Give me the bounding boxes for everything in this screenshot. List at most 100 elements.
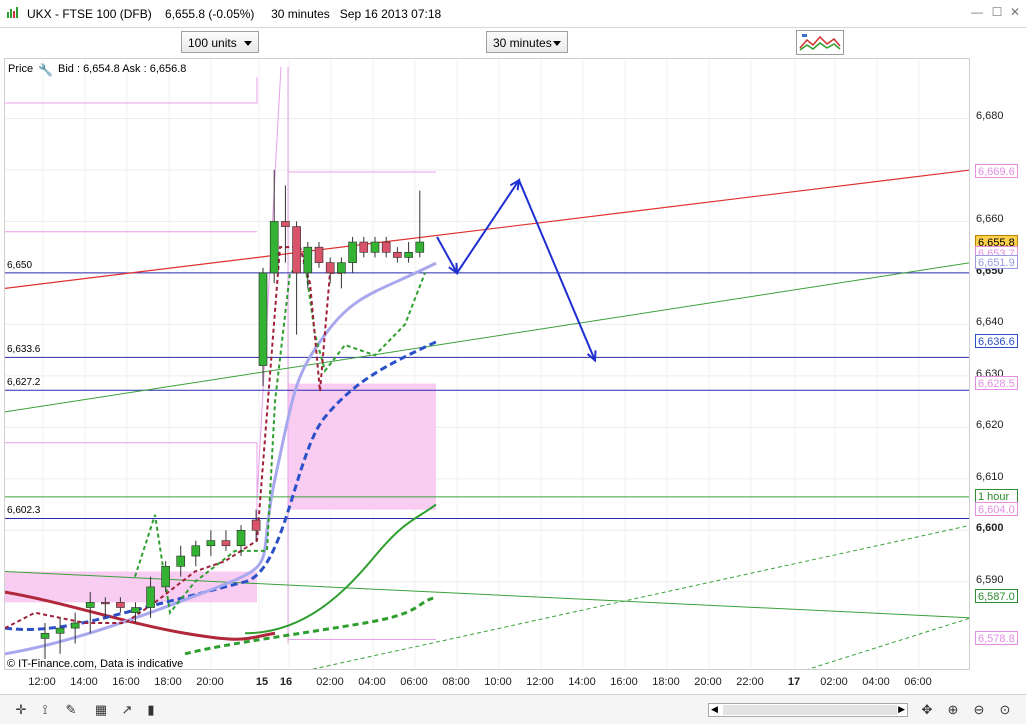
time-tick-label: 06:00	[904, 676, 932, 688]
price-marker-badge: 6,578.8	[975, 631, 1018, 646]
price-mode-label[interactable]: Price	[8, 63, 33, 75]
candle-body	[370, 241, 380, 253]
time-tick-label: 02:00	[820, 676, 848, 688]
price-marker-badge: 6,636.6	[975, 333, 1018, 348]
dashed-trendline	[807, 617, 969, 669]
app-logo-icon	[7, 7, 18, 18]
trade-size-value: 100 units	[188, 36, 237, 50]
price-tick-label: 6,590	[976, 573, 1004, 586]
candle-body	[404, 252, 413, 258]
price-tick-label: 6,640	[976, 316, 1004, 329]
candle-body	[281, 221, 290, 227]
candle-body	[40, 632, 50, 639]
time-tick-label: 04:00	[862, 676, 890, 688]
time-axis[interactable]: 12:00 14:00 16:00 18:00 20:00 15 16 02:00 04:00 0…	[4, 670, 970, 692]
price-marker-badge: 6,651.9	[975, 255, 1018, 270]
candle-body	[131, 607, 140, 613]
candle-body	[191, 545, 201, 557]
candle-body	[393, 252, 402, 258]
candle-body	[161, 566, 170, 588]
chart-canvas[interactable]	[5, 59, 970, 670]
time-tick-label: 18:00	[154, 676, 182, 688]
price-chart[interactable]	[4, 58, 970, 670]
chart-indicators-button[interactable]	[796, 30, 844, 55]
time-tick-label: 20:00	[196, 676, 224, 688]
dashed-trendline	[311, 525, 969, 669]
time-tick-label: 12:00	[526, 676, 554, 688]
indicator-icon[interactable]: ⟟	[36, 701, 54, 719]
time-tick-label: 15	[255, 676, 269, 688]
candle-body	[381, 241, 391, 253]
bottom-toolbar: ✛ ⟟ ✎ ▦ ↗ ▮ ◀ ▶ ✥ ⊕ ⊖ ⊙	[0, 694, 1026, 724]
price-tick-label: 6,660	[976, 213, 1004, 226]
price-tick-label: 6,610	[976, 470, 1004, 483]
time-tick-label: 02:00	[316, 676, 344, 688]
time-tick-label: 12:00	[28, 676, 56, 688]
level-label: 6,633.6	[7, 344, 41, 356]
time-tick-label: 17	[787, 676, 801, 688]
layout-icon[interactable]: ▦	[92, 701, 110, 719]
candle-body	[314, 246, 324, 263]
candle-body	[85, 602, 95, 608]
pan-icon[interactable]: ✥	[918, 701, 936, 719]
price-marker-badge: 6,628.5	[975, 375, 1018, 390]
chevron-down-icon	[244, 41, 252, 46]
time-tick-label: 06:00	[400, 676, 428, 688]
chevron-down-icon	[553, 41, 561, 46]
interval-select[interactable]: 30 minutes	[486, 31, 568, 53]
resistance-trendline	[5, 169, 969, 289]
interval-value: 30 minutes	[493, 36, 552, 50]
level-label: 6,602.3	[7, 505, 41, 517]
zoom-reset-icon[interactable]: ⊙	[996, 701, 1014, 719]
candle-body	[146, 586, 155, 608]
level-label: 6,650	[7, 259, 33, 271]
support-trendline	[5, 262, 969, 413]
candle-body	[221, 540, 231, 547]
crosshair-icon[interactable]: ✛	[12, 701, 30, 719]
scrollbar-thumb[interactable]	[723, 705, 897, 715]
maximize-button[interactable]: ☐	[988, 4, 1006, 20]
horizontal-scrollbar[interactable]: ◀ ▶	[708, 703, 908, 717]
candle-body	[337, 262, 346, 274]
scroll-left-icon[interactable]: ◀	[711, 704, 718, 715]
window-titlebar: UKX - FTSE 100 (DFB) 6,655.8 (-0.05%) 30…	[0, 0, 1026, 28]
minimize-button[interactable]: —	[968, 4, 986, 20]
candle-body	[70, 622, 80, 629]
candle-body	[116, 602, 125, 608]
ma-green-line	[244, 503, 437, 635]
time-tick-label: 14:00	[568, 676, 596, 688]
trend-icon[interactable]: ↗	[118, 701, 136, 719]
price-tick-label: 6,620	[976, 419, 1004, 432]
indicator-chart-icon	[799, 34, 841, 51]
candle-body	[258, 272, 268, 366]
time-tick-label: 10:00	[484, 676, 512, 688]
wrench-icon[interactable]: 🔧	[38, 63, 53, 77]
scroll-right-icon[interactable]: ▶	[898, 704, 905, 715]
level-label: 6,627.2	[7, 377, 41, 389]
data-source-note: © IT-Finance.com, Data is indicative	[7, 658, 184, 670]
time-tick-label: 16	[279, 676, 293, 688]
candle-body	[348, 241, 357, 263]
trade-size-select[interactable]: 100 units	[181, 31, 259, 53]
candle-body	[303, 246, 313, 274]
time-tick-label: 14:00	[70, 676, 98, 688]
draw-tool-icon[interactable]: ✎	[62, 701, 80, 719]
candle-body	[415, 241, 425, 253]
chart-type-icon[interactable]: ▮	[142, 701, 160, 719]
zoom-out-icon[interactable]: ⊖	[970, 701, 988, 719]
candle-body	[359, 241, 369, 253]
candle-body	[55, 627, 65, 634]
price-tick-label: 6,680	[976, 110, 1004, 123]
price-marker-badge: 6,604.0	[975, 501, 1018, 516]
chart-toolbar: 100 units 30 minutes	[0, 28, 1026, 58]
candle-body	[236, 530, 246, 547]
price-marker-badge: 6,587.0	[975, 589, 1018, 604]
time-tick-label: 08:00	[442, 676, 470, 688]
price-marker-badge: 6,669.6	[975, 164, 1018, 179]
time-tick-label: 18:00	[652, 676, 680, 688]
close-button[interactable]: ✕	[1006, 4, 1024, 20]
time-tick-label: 22:00	[736, 676, 764, 688]
price-axis[interactable]: 6,680 6,660 6,650 6,640 6,630 6,620 6,610 6,600…	[970, 58, 1026, 670]
zoom-in-icon[interactable]: ⊕	[944, 701, 962, 719]
candle-body	[101, 602, 110, 605]
